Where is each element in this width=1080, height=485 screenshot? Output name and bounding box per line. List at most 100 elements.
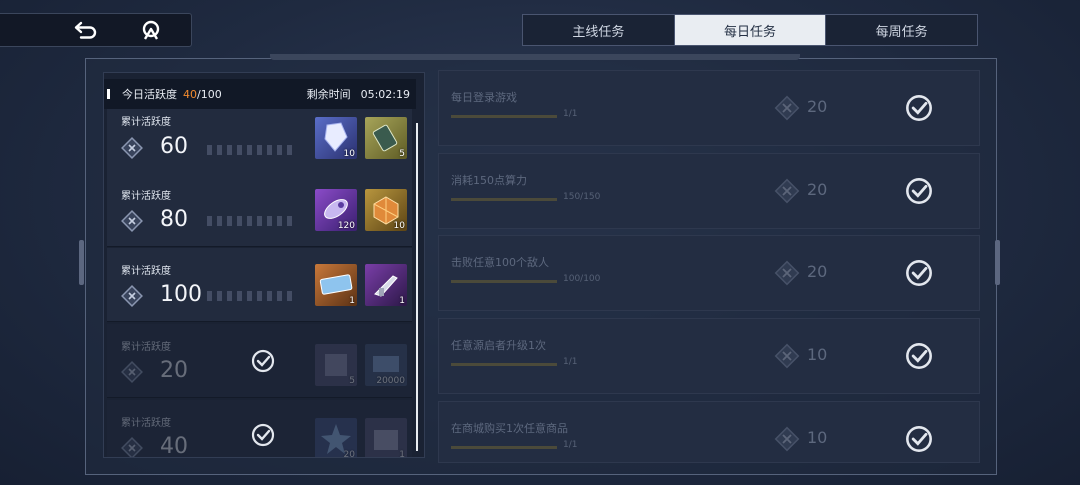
task-card[interactable]: 每日登录游戏 1/1 20 xyxy=(438,70,980,146)
activity-point-icon xyxy=(121,137,143,159)
task-points: 10 xyxy=(807,428,828,447)
rewards-scrollbar[interactable] xyxy=(416,123,418,451)
completed-check-icon xyxy=(906,260,932,286)
reward-threshold: 40 xyxy=(160,434,188,458)
activity-point-icon xyxy=(774,426,800,452)
reward-item[interactable]: 120 xyxy=(315,189,357,231)
home-logo-icon xyxy=(142,20,160,40)
task-progress-text: 1/1 xyxy=(563,109,578,119)
item-count: 20 xyxy=(343,450,355,458)
item-count: 1 xyxy=(349,296,355,306)
reward-item[interactable]: 5 xyxy=(365,117,407,159)
activity-point-icon xyxy=(774,95,800,121)
reward-threshold: 80 xyxy=(160,207,188,232)
reward-item[interactable]: 20000 xyxy=(365,344,407,386)
task-points: 20 xyxy=(807,262,828,281)
task-progress-bar xyxy=(451,280,557,283)
claimed-check-icon xyxy=(251,349,275,373)
claimed-check-icon xyxy=(251,423,275,447)
task-card[interactable]: 击败任意100个敌人 100/100 20 xyxy=(438,235,980,311)
reward-threshold: 20 xyxy=(160,358,188,383)
item-count: 1 xyxy=(399,450,405,458)
reward-item[interactable]: 1 xyxy=(315,264,357,306)
completed-check-icon xyxy=(906,95,932,121)
reward-row: 累计活跃度 80 120 10 xyxy=(107,173,412,247)
activity-point-icon xyxy=(121,361,143,383)
reward-item[interactable]: 5 xyxy=(315,344,357,386)
reward-row: 累计活跃度 60 10 5 xyxy=(107,101,412,175)
item-count: 120 xyxy=(337,221,355,231)
item-count: 5 xyxy=(399,149,405,159)
reward-row: 累计活跃度 100 1 1 xyxy=(107,248,412,322)
task-progress-text: 1/1 xyxy=(563,440,578,450)
task-points: 10 xyxy=(807,345,828,364)
activity-total: /100 xyxy=(197,87,222,101)
reward-label: 累计活跃度 xyxy=(121,266,171,277)
task-title: 在商城购买1次任意商品 xyxy=(451,422,568,435)
reward-row-claimed: 累计活跃度 20 5 20000 xyxy=(107,324,412,398)
top-left-controls xyxy=(0,13,192,47)
header-marker xyxy=(107,89,110,99)
task-points: 20 xyxy=(807,97,828,116)
reward-label: 累计活跃度 xyxy=(121,117,171,128)
task-title: 每日登录游戏 xyxy=(451,91,517,104)
tab-weekly-tasks[interactable]: 每周任务 xyxy=(825,15,977,45)
activity-point-icon xyxy=(774,178,800,204)
reward-threshold: 60 xyxy=(160,134,188,159)
reward-item[interactable]: 10 xyxy=(315,117,357,159)
activity-current: 40 xyxy=(183,87,197,101)
activity-rewards-panel: 累计活跃度 60 10 5 今日活跃度 40 /100 剩余时间 05:02:1… xyxy=(103,72,425,458)
reward-item[interactable]: 10 xyxy=(365,189,407,231)
task-progress-bar xyxy=(451,115,557,118)
task-progress-text: 150/150 xyxy=(563,192,601,202)
back-button[interactable] xyxy=(66,14,106,46)
task-progress-bar xyxy=(451,363,557,366)
activity-point-icon xyxy=(774,343,800,369)
right-side-grip xyxy=(995,240,1000,285)
task-card[interactable]: 在商城购买1次任意商品 1/1 10 xyxy=(438,401,980,463)
reward-label: 累计活跃度 xyxy=(121,191,171,202)
item-count: 20000 xyxy=(376,376,405,386)
task-progress-text: 100/100 xyxy=(563,274,601,284)
time-label: 剩余时间 xyxy=(306,88,351,101)
progress-chevrons xyxy=(207,291,297,301)
activity-header: 今日活跃度 40 /100 剩余时间 05:02:19 xyxy=(104,79,416,109)
task-progress-text: 1/1 xyxy=(563,357,578,367)
task-card[interactable]: 任意源启者升级1次 1/1 10 xyxy=(438,318,980,394)
progress-chevrons xyxy=(207,216,297,226)
reward-label: 累计活跃度 xyxy=(121,342,171,353)
home-button[interactable] xyxy=(131,14,171,46)
completed-check-icon xyxy=(906,343,932,369)
reward-item[interactable]: 1 xyxy=(365,418,407,458)
left-side-grip xyxy=(79,240,84,285)
task-points: 20 xyxy=(807,180,828,199)
tab-daily-tasks[interactable]: 每日任务 xyxy=(673,15,826,45)
activity-point-icon xyxy=(774,260,800,286)
item-count: 10 xyxy=(393,221,405,231)
completed-check-icon xyxy=(906,426,932,452)
tab-main-tasks[interactable]: 主线任务 xyxy=(523,15,674,45)
reward-label: 累计活跃度 xyxy=(121,418,171,429)
reward-row-claimed: 累计活跃度 40 20 1 xyxy=(107,400,412,458)
task-title: 任意源启者升级1次 xyxy=(451,339,546,352)
task-card[interactable]: 消耗150点算力 150/150 20 xyxy=(438,153,980,229)
reward-item[interactable]: 1 xyxy=(365,264,407,306)
reward-threshold: 100 xyxy=(160,282,202,307)
progress-chevrons xyxy=(207,145,297,155)
activity-point-icon xyxy=(121,210,143,232)
task-progress-bar xyxy=(451,446,557,449)
back-arrow-icon xyxy=(74,21,97,39)
frame-top-tab xyxy=(270,54,800,60)
completed-check-icon xyxy=(906,178,932,204)
activity-label: 今日活跃度 xyxy=(122,88,177,101)
item-count: 10 xyxy=(343,149,355,159)
task-tabs: 主线任务 每日任务 每周任务 xyxy=(522,14,978,46)
reward-item[interactable]: 20 xyxy=(315,418,357,458)
task-title: 击败任意100个敌人 xyxy=(451,256,549,269)
time-remaining: 05:02:19 xyxy=(360,87,410,101)
item-count: 5 xyxy=(349,376,355,386)
activity-point-icon xyxy=(121,285,143,307)
task-title: 消耗150点算力 xyxy=(451,174,527,187)
activity-point-icon xyxy=(121,437,143,457)
task-progress-bar xyxy=(451,198,557,201)
